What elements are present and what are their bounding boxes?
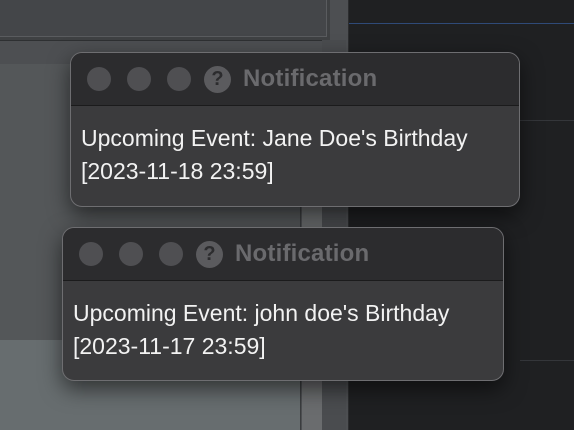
minimize-icon[interactable] bbox=[119, 242, 143, 266]
notification-body: Upcoming Event: john doe's Birthday [202… bbox=[63, 281, 503, 363]
background-toolbar bbox=[0, 0, 330, 41]
notification-body: Upcoming Event: Jane Doe's Birthday [202… bbox=[71, 106, 519, 188]
background-divider bbox=[520, 360, 574, 361]
close-icon[interactable] bbox=[79, 242, 103, 266]
background-divider bbox=[520, 120, 574, 121]
notification-window[interactable]: ? Notification Upcoming Event: john doe'… bbox=[62, 227, 504, 381]
notification-message: Upcoming Event: john doe's Birthday bbox=[73, 300, 450, 326]
notification-message: Upcoming Event: Jane Doe's Birthday bbox=[81, 125, 468, 151]
minimize-icon[interactable] bbox=[127, 67, 151, 91]
background-toolbar-field bbox=[0, 0, 327, 37]
notification-datetime: [2023-11-17 23:59] bbox=[73, 333, 266, 359]
notification-window[interactable]: ? Notification Upcoming Event: Jane Doe'… bbox=[70, 52, 520, 207]
desktop: ? Notification Upcoming Event: Jane Doe'… bbox=[0, 0, 574, 430]
help-icon: ? bbox=[204, 65, 231, 93]
notification-title: Notification bbox=[243, 65, 378, 92]
notification-title: Notification bbox=[235, 240, 370, 267]
zoom-icon[interactable] bbox=[159, 242, 183, 266]
background-divider bbox=[349, 23, 574, 24]
notification-titlebar[interactable]: ? Notification bbox=[71, 53, 519, 106]
notification-datetime: [2023-11-18 23:59] bbox=[81, 158, 274, 184]
close-icon[interactable] bbox=[87, 67, 111, 91]
notification-titlebar[interactable]: ? Notification bbox=[63, 228, 503, 281]
help-icon: ? bbox=[196, 240, 223, 268]
zoom-icon[interactable] bbox=[167, 67, 191, 91]
